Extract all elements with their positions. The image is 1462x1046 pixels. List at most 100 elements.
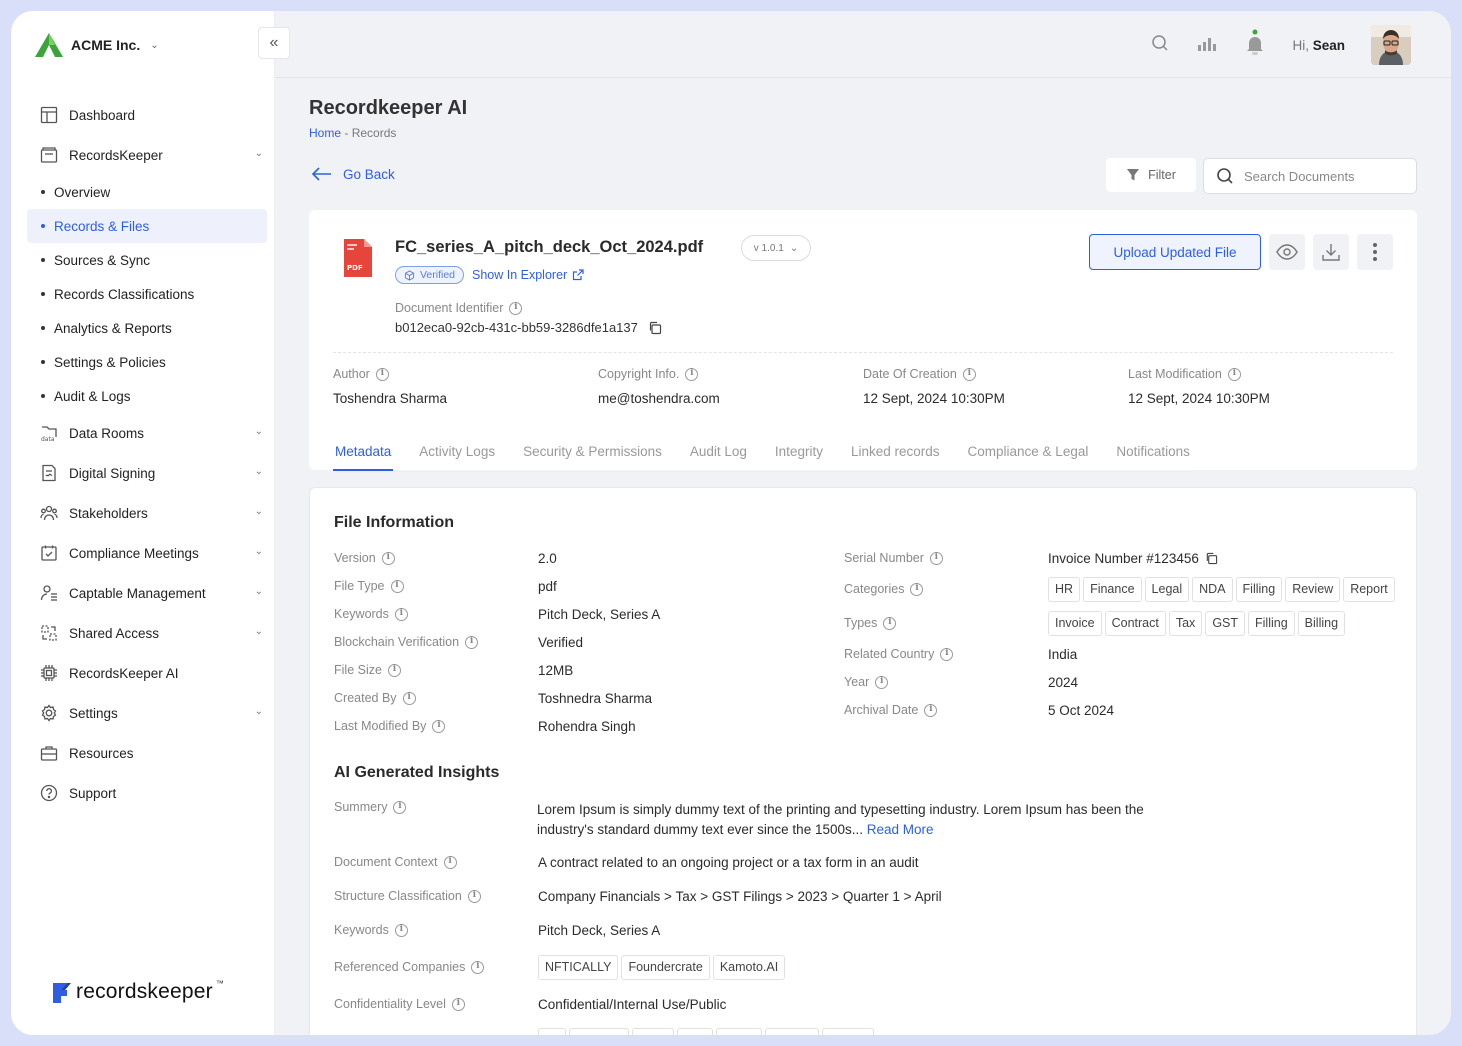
- info-icon[interactable]: [394, 923, 408, 937]
- search-documents: [1203, 158, 1417, 194]
- sidebar-item-digital-signing[interactable]: Digital Signing ⌄: [27, 453, 267, 493]
- info-icon[interactable]: [432, 719, 446, 733]
- tab-linked-records[interactable]: Linked records: [849, 440, 942, 471]
- info-icon[interactable]: [1227, 367, 1241, 381]
- info-icon[interactable]: [387, 663, 401, 677]
- sidebar-item-label: Digital Signing: [69, 465, 156, 481]
- sidebar-item-dashboard[interactable]: Dashboard: [27, 95, 267, 135]
- collapse-sidebar-button[interactable]: «: [258, 27, 290, 59]
- sidebar-subitem-analytics-reports[interactable]: Analytics & Reports: [27, 311, 267, 345]
- sidebar-item-resources[interactable]: Resources: [27, 733, 267, 773]
- go-back-button[interactable]: Go Back: [311, 166, 395, 182]
- avatar[interactable]: [1371, 25, 1411, 65]
- sidebar-item-support[interactable]: Support: [27, 773, 267, 813]
- sidebar-subitem-settings-policies[interactable]: Settings & Policies: [27, 345, 267, 379]
- sidebar-item-captable-management[interactable]: Captable Management ⌄: [27, 573, 267, 613]
- chevron-down-icon: ⌄: [254, 506, 263, 517]
- copy-icon[interactable]: [648, 321, 662, 335]
- search-icon[interactable]: [1150, 33, 1170, 58]
- info-icon[interactable]: [924, 703, 938, 717]
- sidebar-item-recordskeeper-ai[interactable]: RecordsKeeper AI: [27, 653, 267, 693]
- info-icon[interactable]: [910, 582, 924, 596]
- breadcrumb: Home - Records: [309, 126, 397, 140]
- tab-notifications[interactable]: Notifications: [1114, 440, 1192, 471]
- sidebar-item-stakeholders[interactable]: Stakeholders ⌄: [27, 493, 267, 533]
- download-icon: [1322, 244, 1340, 261]
- filter-button[interactable]: Filter: [1106, 158, 1196, 192]
- read-more-link[interactable]: Read More: [867, 822, 934, 837]
- download-button[interactable]: [1313, 234, 1349, 270]
- sidebar-item-label: Settings: [69, 705, 118, 721]
- sidebar-subitem-sources-sync[interactable]: Sources & Sync: [27, 243, 267, 277]
- top-bar: Hi, Sean: [276, 11, 1451, 78]
- sidebar-subitem-overview[interactable]: Overview: [27, 175, 267, 209]
- sidebar-item-compliance-meetings[interactable]: Compliance Meetings ⌄: [27, 533, 267, 573]
- sidebar-item-label: Support: [69, 785, 117, 801]
- info-icon[interactable]: [443, 855, 457, 869]
- records-icon: [39, 145, 59, 165]
- upload-updated-file-button[interactable]: Upload Updated File: [1089, 234, 1261, 270]
- sidebar-item-data-rooms[interactable]: data Data Rooms ⌄: [27, 413, 267, 453]
- tab-metadata[interactable]: Metadata: [333, 440, 394, 471]
- sidebar-item-shared-access[interactable]: Shared Access ⌄: [27, 613, 267, 653]
- info-icon[interactable]: [471, 960, 485, 974]
- chevron-down-icon: ⌄: [254, 706, 263, 717]
- tab-security-permissions[interactable]: Security & Permissions: [521, 440, 664, 471]
- info-icon[interactable]: [402, 691, 416, 705]
- file-information-heading: File Information: [334, 514, 454, 531]
- info-icon[interactable]: [940, 647, 954, 661]
- app-window: ACME Inc. ⌄ Dashboard RecordsKeeper ⌄ Ov…: [11, 11, 1451, 1035]
- tab-integrity[interactable]: Integrity: [773, 440, 825, 471]
- tab-activity-logs[interactable]: Activity Logs: [417, 440, 497, 471]
- info-icon[interactable]: [883, 616, 897, 630]
- search-input[interactable]: [1244, 168, 1404, 184]
- info-icon[interactable]: [929, 551, 943, 565]
- meta-date-of-creation: Date Of Creation 12 Sept, 2024 10:30PM: [863, 367, 1128, 406]
- sidebar-item-label: Dashboard: [69, 107, 136, 123]
- info-icon[interactable]: [465, 635, 479, 649]
- sidebar-subitem-records-files[interactable]: Records & Files: [27, 209, 267, 243]
- info-icon[interactable]: [390, 579, 404, 593]
- tab-audit-log[interactable]: Audit Log: [688, 440, 749, 471]
- category-chip: Legal: [1144, 577, 1190, 602]
- info-icon[interactable]: [381, 551, 395, 565]
- chevron-down-icon: ⌄: [150, 39, 159, 51]
- copy-icon[interactable]: [1205, 552, 1218, 565]
- meta-copyright: Copyright Info. me@toshendra.com: [598, 367, 863, 406]
- sidebar-subitem-audit-logs[interactable]: Audit & Logs: [27, 379, 267, 413]
- more-options-button[interactable]: [1357, 234, 1393, 270]
- info-icon[interactable]: [375, 367, 389, 381]
- sidebar-item-recordskeeper[interactable]: RecordsKeeper ⌄: [27, 135, 267, 175]
- analytics-icon[interactable]: [1196, 33, 1218, 58]
- info-icon[interactable]: [394, 607, 408, 621]
- company-chips: NFTICALLY Foundercrate Kamoto.AI: [538, 955, 788, 980]
- captable-icon: [39, 583, 59, 603]
- info-icon[interactable]: [685, 367, 699, 381]
- info-icon[interactable]: [875, 675, 889, 689]
- info-icon[interactable]: [962, 367, 976, 381]
- svg-text:data: data: [41, 436, 55, 442]
- breadcrumb-home-link[interactable]: Home: [309, 126, 341, 140]
- category-chip: NDA: [1192, 577, 1233, 602]
- categories-chips: HR Finance Legal NDA Filling Review Report: [1048, 577, 1398, 602]
- double-chevron-left-icon: «: [269, 34, 279, 51]
- sidebar-item-settings[interactable]: Settings ⌄: [27, 693, 267, 733]
- info-icon[interactable]: [509, 301, 523, 315]
- preview-button[interactable]: [1269, 234, 1305, 270]
- sidebar-item-label: Data Rooms: [69, 425, 145, 441]
- show-in-explorer-link[interactable]: Show In Explorer: [472, 268, 584, 282]
- bell-icon[interactable]: [1244, 29, 1266, 62]
- tab-compliance-legal[interactable]: Compliance & Legal: [966, 440, 1091, 471]
- meta-author: Author Toshendra Sharma: [333, 367, 598, 406]
- sidebar-item-label: RecordsKeeper: [69, 147, 163, 163]
- category-chip: Report: [1343, 577, 1395, 602]
- org-switcher[interactable]: ACME Inc. ⌄: [33, 31, 159, 59]
- info-icon[interactable]: [451, 997, 465, 1011]
- version-dropdown[interactable]: v 1.0.1 ⌄: [741, 235, 811, 261]
- eye-icon: [1276, 244, 1298, 260]
- sidebar-item-label: Stakeholders: [69, 505, 148, 521]
- chevron-down-icon: ⌄: [254, 148, 263, 159]
- info-icon[interactable]: [393, 800, 407, 814]
- info-icon[interactable]: [467, 889, 481, 903]
- sidebar-subitem-records-classifications[interactable]: Records Classifications: [27, 277, 267, 311]
